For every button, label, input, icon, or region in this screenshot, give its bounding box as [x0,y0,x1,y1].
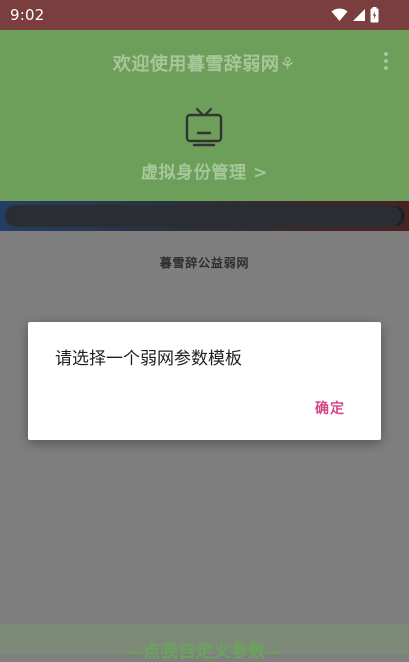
signal-icon [353,9,365,21]
identity-management-link[interactable]: 虚拟身份管理 > [0,158,409,183]
progress-track [5,205,406,227]
tv-icon[interactable] [184,108,224,148]
progress-bar-container [0,201,409,231]
template-select-dialog: 请选择一个弱网参数模板 确定 [28,322,381,440]
custom-params-bar[interactable]: —点我自定义参数— [0,624,409,662]
status-time: 9:02 [10,6,45,24]
overflow-menu-icon[interactable] [383,52,389,72]
wifi-icon [331,8,348,21]
status-icons [331,7,379,23]
dialog-message: 请选择一个弱网参数模板 [55,349,242,369]
progress-fill [6,206,401,226]
section-subtitle: 暮雪辞公益弱网 [159,256,250,270]
battery-icon [370,7,379,23]
app-title: 欢迎使用暮雪辞弱网⚘ [112,54,297,75]
status-bar: 9:02 [0,0,409,30]
custom-params-label[interactable]: —点我自定义参数— [0,637,409,662]
confirm-button[interactable]: 确定 [315,398,345,418]
header: 欢迎使用暮雪辞弱网⚘ 虚拟身份管理 > [0,30,409,202]
